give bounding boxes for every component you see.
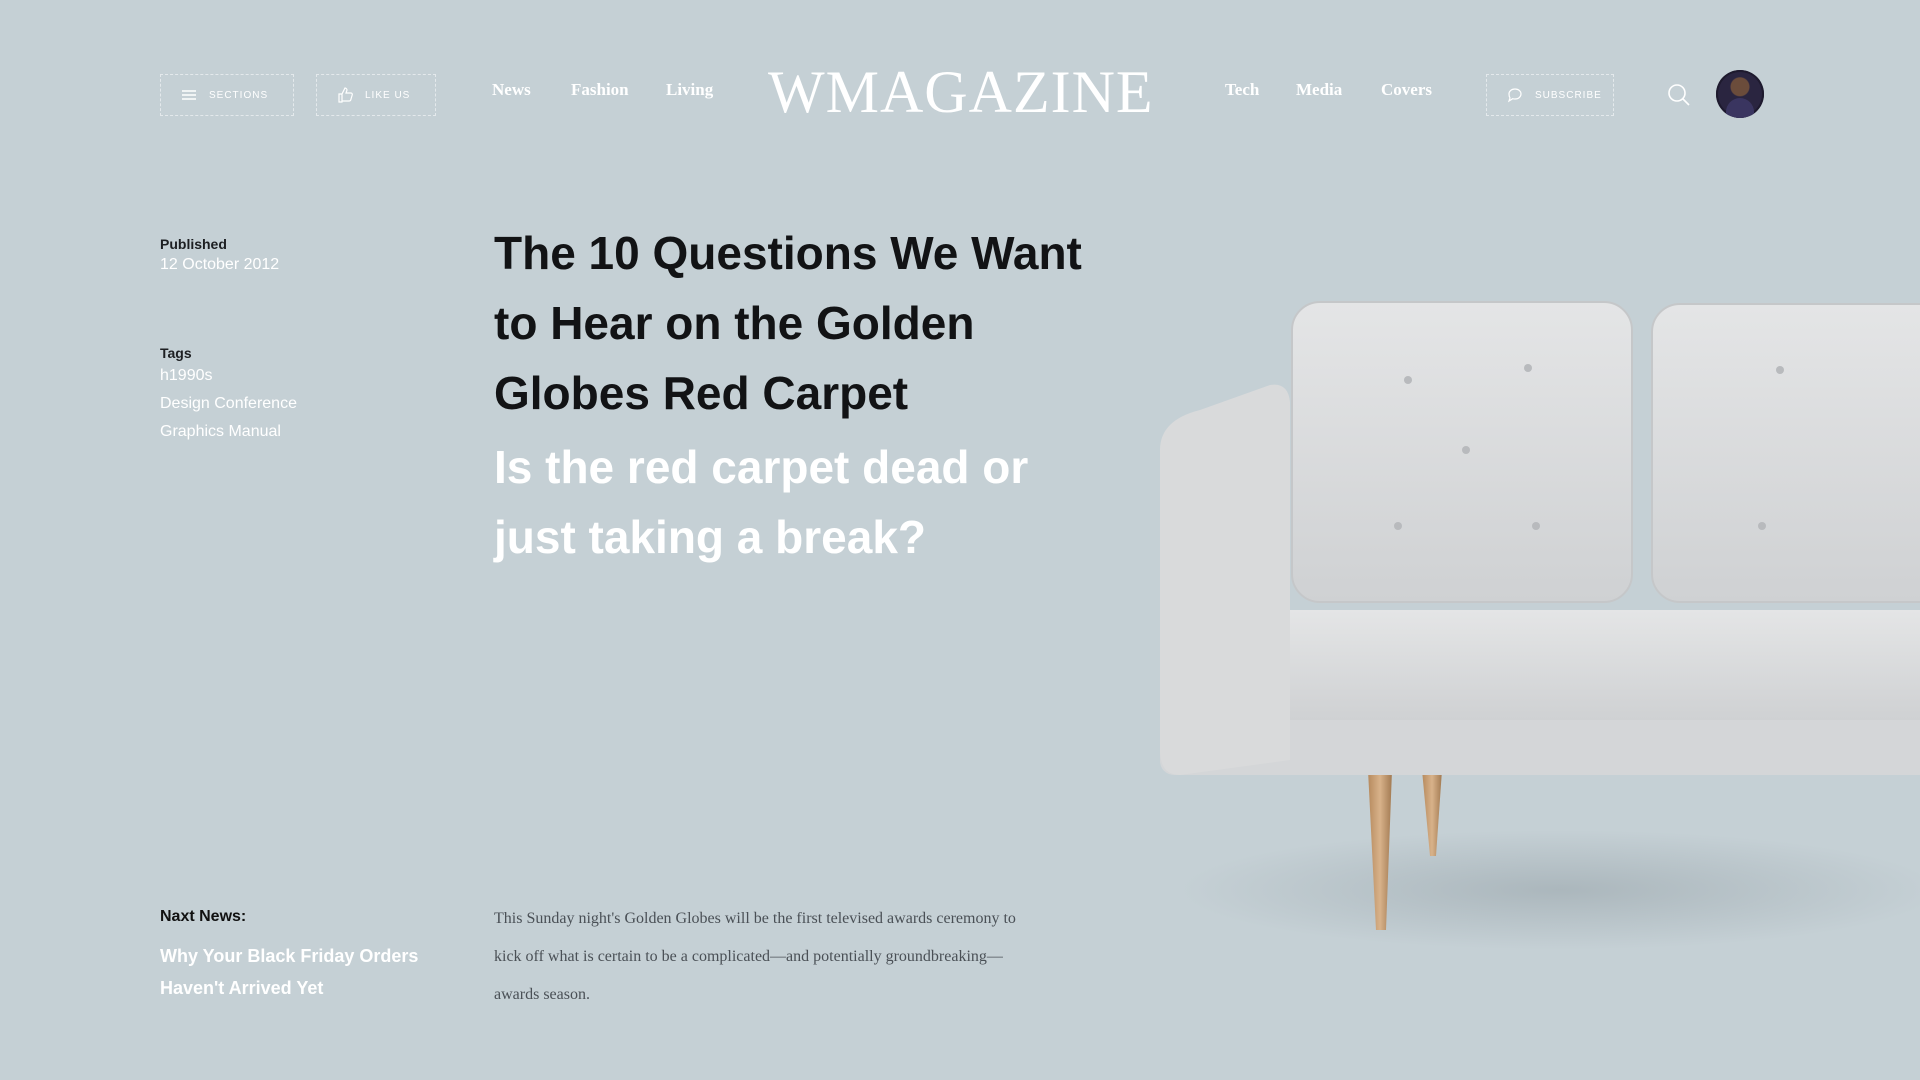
article-body: This Sunday night's Golden Globes will b… [494,910,1016,1003]
menu-icon [181,87,197,103]
published-block: Published 12 October 2012 [160,236,279,274]
thumbs-up-icon [337,87,353,103]
article-headline: The 10 Questions We Want to Hear on the … [494,227,1082,419]
sections-button[interactable]: Sections [160,74,294,116]
nav-tech[interactable]: Tech [1225,80,1259,100]
nav-living[interactable]: Living [666,80,713,100]
search-icon[interactable] [1666,82,1692,108]
article-subheadline: Is the red carpet dead or just taking a … [494,441,1029,563]
sections-label: Sections [209,89,269,101]
site-logo[interactable]: WMAGAZINE [768,62,1153,122]
chat-icon [1507,87,1523,103]
nav-news[interactable]: News [492,80,531,100]
nav-fashion[interactable]: Fashion [571,80,629,100]
avatar[interactable] [1716,70,1764,118]
like-us-button[interactable]: Like us [316,74,436,116]
published-label: Published [160,236,227,252]
tags-label: Tags [160,345,192,361]
tags-block: Tags h1990s Design Conference Graphics M… [160,345,297,441]
next-news-label: Naxt News: [160,908,247,925]
nav-media[interactable]: Media [1296,80,1342,100]
subscribe-label: Subscribe [1535,89,1602,101]
subscribe-button[interactable]: Subscribe [1486,74,1614,116]
like-us-label: Like us [365,89,411,101]
tag-link[interactable]: h1990s [160,367,297,385]
sofa-image [1160,301,1920,950]
nav-covers[interactable]: Covers [1381,80,1432,100]
tag-link[interactable]: Graphics Manual [160,423,297,441]
tag-link[interactable]: Design Conference [160,395,297,413]
next-news-link[interactable]: Why Your Black Friday Orders Haven't Arr… [160,940,450,1004]
published-date: 12 October 2012 [160,256,280,273]
